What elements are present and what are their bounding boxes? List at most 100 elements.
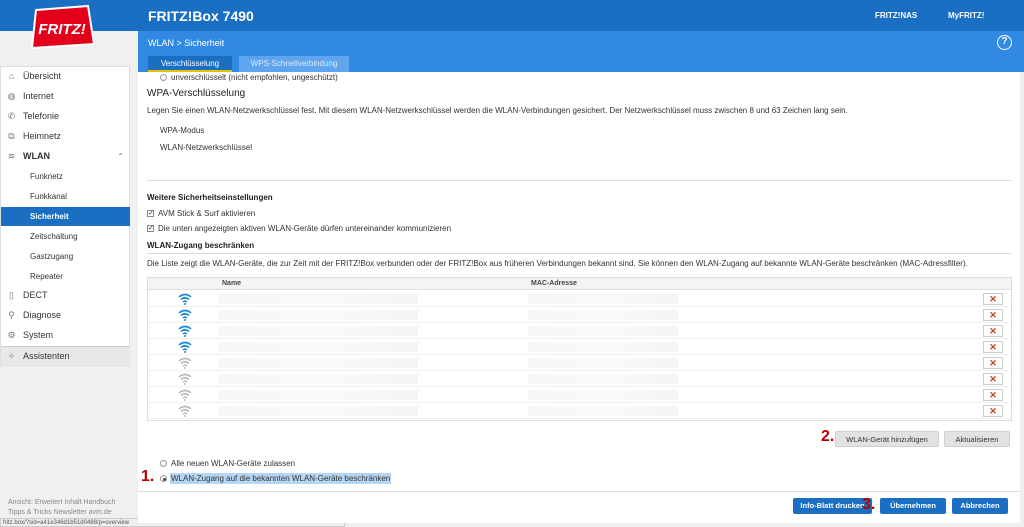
sidebar-item-telefonie[interactable]: ✆ Telefonie [1,107,130,126]
marker-2: 2. [821,428,835,445]
table-row: ✕ [148,323,1011,339]
column-mac: MAC-Adresse [531,280,577,287]
dect-icon: ▯ [9,290,14,300]
device-name-cell [218,406,418,416]
wifi-signal-icon [178,357,192,369]
sidebar-item-wlan[interactable]: ≋ WLAN ⌃ [1,147,130,166]
breadcrumb: WLAN > Sicherheit [148,38,225,48]
delete-icon[interactable]: ✕ [983,389,1003,401]
globe-icon: ◍ [7,91,16,101]
print-info-button[interactable]: Info-Blatt drucken [793,498,872,514]
device-name-cell [218,326,418,336]
tab-verschluesselung[interactable]: Verschlüsselung [148,56,232,72]
delete-icon[interactable]: ✕ [983,309,1003,321]
network-icon: ⧉ [8,131,15,141]
delete-icon[interactable]: ✕ [983,405,1003,417]
radio-unencrypted[interactable] [160,74,167,81]
sidebar-item-internet[interactable]: ◍ Internet [1,87,130,106]
unencrypted-label: unverschlüsselt (nicht empfohlen, ungesc… [171,73,338,82]
table-row: ✕ [148,355,1011,371]
sidebar-item-zeitschaltung[interactable]: Zeitschaltung [1,227,130,246]
wifi-icon: ≋ [7,151,16,161]
table-row: ✕ [148,387,1011,403]
wifi-signal-icon [178,293,192,305]
mac-address-cell [528,390,678,400]
help-icon[interactable]: ? [997,35,1012,50]
sidebar-item-repeater[interactable]: Repeater [1,267,130,286]
stick-surf-label: AVM Stick & Surf aktivieren [158,209,256,218]
home-icon: ⌂ [8,71,15,81]
further-settings-heading: Weitere Sicherheitseinstellungen [147,193,273,202]
delete-icon[interactable]: ✕ [983,357,1003,369]
mac-address-cell [528,294,678,304]
restrict-heading: WLAN-Zugang beschränken [147,241,255,250]
fritznas-link[interactable]: FRITZ!NAS [875,11,917,20]
table-row: ✕ [148,403,1011,419]
apply-button[interactable]: Übernehmen [880,498,946,514]
wifi-signal-icon [178,325,192,337]
delete-icon[interactable]: ✕ [983,373,1003,385]
table-row: ✕ [148,307,1011,323]
wpa-mode-label: WPA-Modus [160,126,205,135]
chevron-up-icon[interactable]: ⌃ [117,147,124,166]
diagnose-icon: ⚲ [8,310,15,320]
mac-address-cell [528,406,678,416]
sidebar-item-gastzugang[interactable]: Gastzugang [1,247,130,266]
tab-wps[interactable]: WPS-Schnellverbindung [239,56,349,72]
delete-icon[interactable]: ✕ [983,293,1003,305]
sidebar-item-system[interactable]: ⚙ System [1,326,130,345]
checkbox-intercommunicate[interactable]: ✓ [147,225,154,232]
wifi-signal-icon [178,389,192,401]
myfritz-link[interactable]: MyFRITZ! [948,11,984,20]
sidebar-item-funkkanal[interactable]: Funkkanal [1,187,130,206]
svg-text:FRITZ!: FRITZ! [38,21,85,38]
radio-allow-all[interactable] [160,460,167,467]
fritz-logo[interactable]: FRITZ! [26,4,98,50]
sidebar-item-heimnetz[interactable]: ⧉ Heimnetz [1,127,130,146]
table-row: ✕ [148,371,1011,387]
restrict-known-label: WLAN-Zugang auf die bekannten WLAN-Gerät… [170,473,392,484]
wpa-description: Legen Sie einen WLAN-Netzwerkschlüssel f… [147,106,848,115]
system-icon: ⚙ [7,330,16,340]
device-name-cell [218,374,418,384]
sidebar-item-funknetz[interactable]: Funknetz [1,167,130,186]
refresh-button[interactable]: Aktualisieren [944,431,1010,447]
sidebar-item-uebersicht[interactable]: ⌂ Übersicht [1,67,130,86]
cancel-button[interactable]: Abbrechen [952,498,1008,514]
sidebar-item-sicherheit[interactable]: Sicherheit [1,207,130,226]
sidebar-item-diagnose[interactable]: ⚲ Diagnose [1,306,130,325]
radio-restrict-known[interactable] [160,475,167,482]
product-title: FRITZ!Box 7490 [148,8,254,24]
footer-links[interactable]: Ansicht: Erweitert Inhalt Handbuch Tipps… [8,498,133,518]
wifi-signal-icon [178,341,192,353]
table-row: ✕ [148,339,1011,355]
restrict-description: Die Liste zeigt die WLAN-Geräte, die zur… [147,259,968,268]
mac-address-cell [528,326,678,336]
top-bar: FRITZ!Box 7490 FRITZ!NAS MyFRITZ! [0,0,1024,31]
sidebar-item-dect[interactable]: ▯ DECT [1,286,130,305]
mac-address-cell [528,342,678,352]
wpa-heading: WPA-Verschlüsselung [147,88,246,99]
breadcrumb-bar: WLAN > Sicherheit ? [138,31,1024,56]
delete-icon[interactable]: ✕ [983,325,1003,337]
mac-address-cell [528,310,678,320]
wlan-key-label: WLAN-Netzwerkschlüssel [160,143,253,152]
divider [147,180,1012,181]
add-device-button[interactable]: WLAN-Gerät hinzufügen [835,431,939,447]
mac-address-cell [528,358,678,368]
table-row: ✕ [148,291,1011,307]
wizard-icon: ✧ [7,351,16,361]
divider [147,253,1012,254]
device-table: Name MAC-Adresse ✕ ✕ ✕ ✕ ✕ ✕ ✕ ✕ [147,277,1012,421]
sidebar-item-assistenten[interactable]: ✧ Assistenten [1,346,130,365]
marker-3: 3. [862,496,876,513]
allow-all-label: Alle neuen WLAN-Geräte zulassen [171,459,296,468]
delete-icon[interactable]: ✕ [983,341,1003,353]
device-name-cell [218,310,418,320]
tab-bar: Verschlüsselung WPS-Schnellverbindung [138,56,1024,72]
checkbox-stick-surf[interactable]: ✓ [147,210,154,217]
table-header: Name MAC-Adresse [148,278,1011,290]
marker-1: 1. [141,468,155,485]
phone-icon: ✆ [7,111,16,121]
wifi-signal-icon [178,373,192,385]
